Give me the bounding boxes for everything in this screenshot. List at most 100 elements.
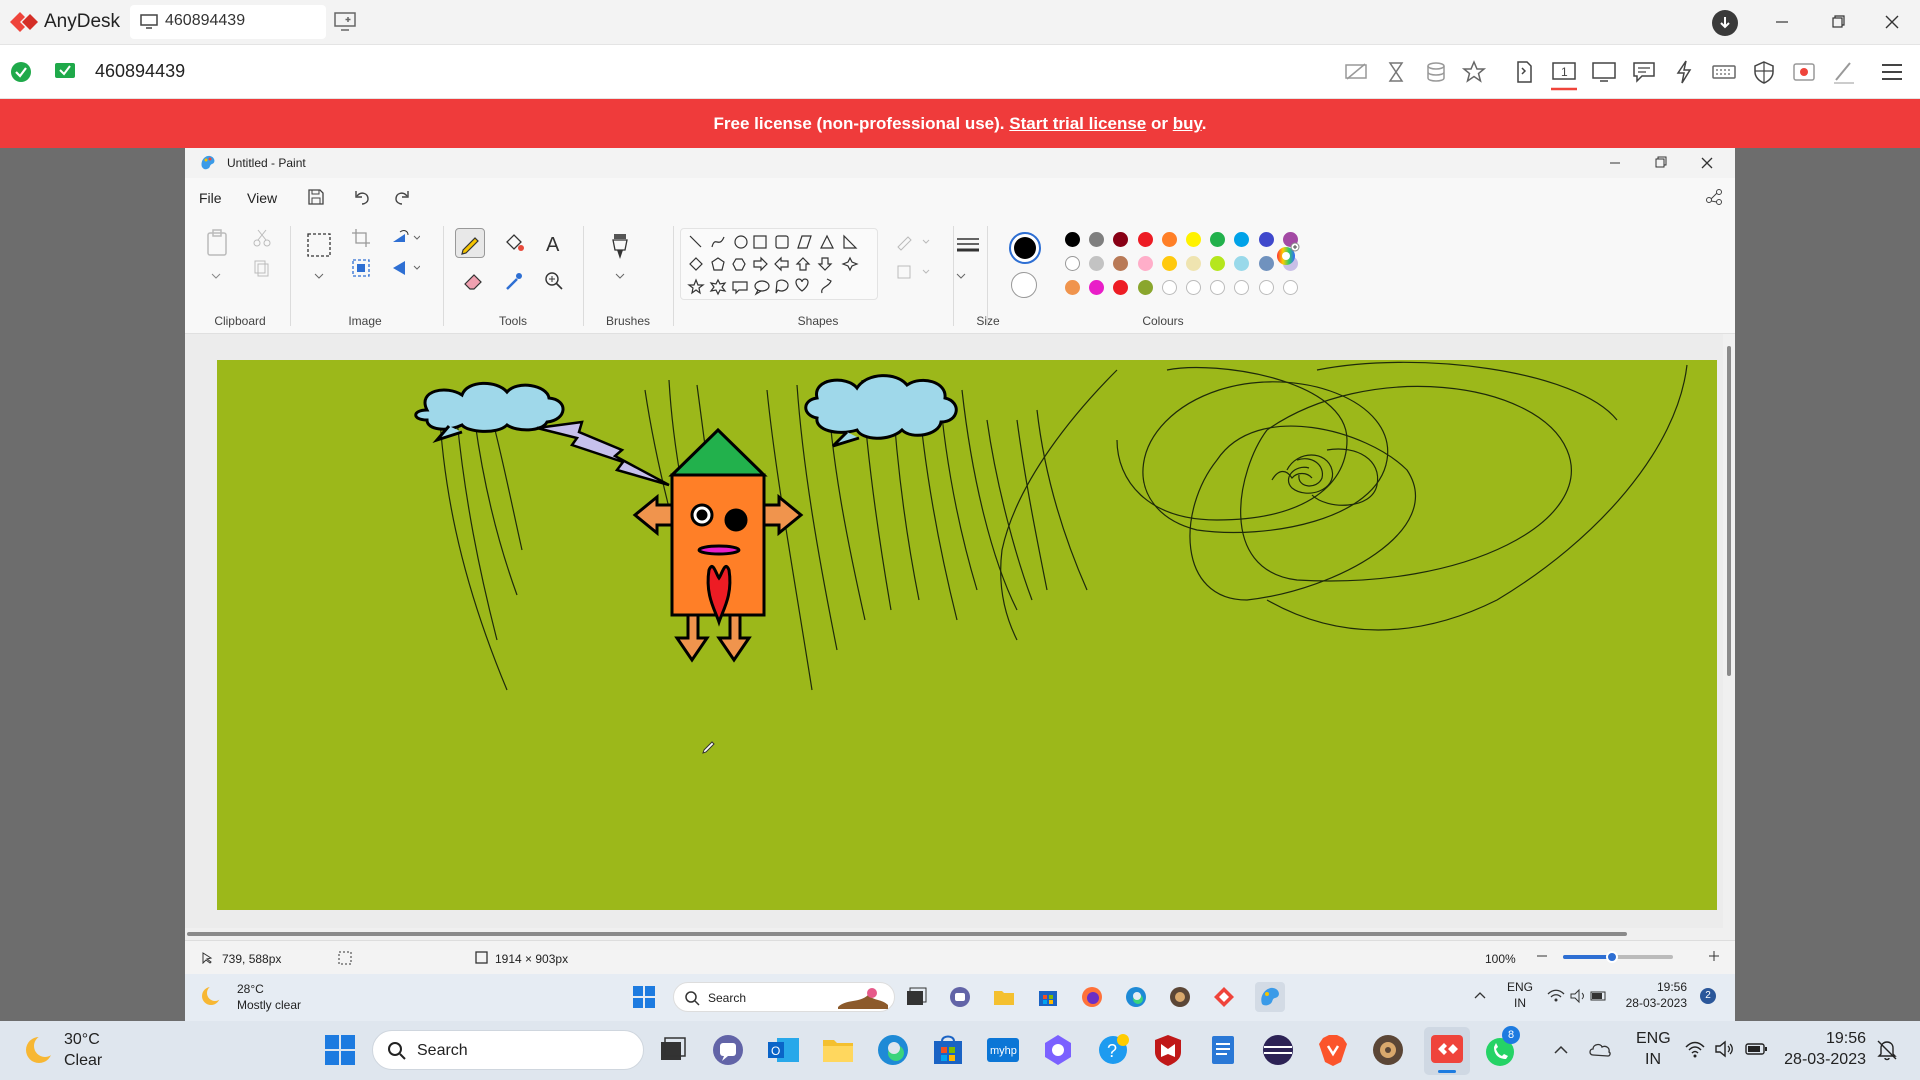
remote-folder-icon[interactable] (993, 986, 1015, 1008)
colour-swatch[interactable] (1137, 280, 1153, 295)
menu-view[interactable]: View (247, 190, 277, 206)
remote-firefox-icon[interactable] (1081, 986, 1103, 1008)
brave-icon[interactable] (1315, 1032, 1351, 1068)
remote-gear-app-icon[interactable] (1169, 986, 1191, 1008)
cut-icon[interactable] (252, 228, 272, 248)
remote-anydesk-icon[interactable] (1213, 986, 1235, 1008)
colour-swatch[interactable] (1210, 232, 1226, 247)
colour-swatch[interactable] (1137, 256, 1153, 271)
paste-icon[interactable] (205, 228, 229, 258)
select-icon[interactable] (306, 232, 332, 258)
brushes-dropdown-icon[interactable] (614, 272, 626, 280)
close-icon[interactable] (1872, 10, 1912, 34)
remote-date[interactable]: 28-03-2023 (1623, 996, 1687, 1010)
start-trial-link[interactable]: Start trial license (1009, 114, 1146, 133)
gear-app-icon[interactable] (1370, 1032, 1406, 1068)
colour-swatch[interactable] (1065, 256, 1080, 271)
remote-start-icon[interactable] (633, 986, 655, 1008)
eclipse-icon[interactable] (1260, 1032, 1296, 1068)
rotate-icon[interactable] (390, 228, 420, 248)
outline-icon[interactable] (895, 232, 935, 252)
remote-teams-icon[interactable] (949, 986, 971, 1008)
save-icon[interactable] (307, 188, 325, 206)
pencil-tool[interactable] (455, 228, 485, 258)
remote-tray-chevron-icon[interactable] (1473, 990, 1487, 1000)
colour-swatch[interactable] (1113, 256, 1129, 271)
store-icon[interactable] (930, 1032, 966, 1068)
colour-swatch[interactable] (1210, 256, 1226, 271)
wifi-icon[interactable] (1684, 1039, 1706, 1059)
crop-icon[interactable] (351, 228, 371, 248)
text-icon[interactable]: A (543, 232, 565, 254)
drawing-canvas[interactable] (217, 360, 1717, 910)
colour-swatch[interactable] (1234, 280, 1250, 295)
colour-swatch[interactable] (1258, 256, 1274, 271)
notepad-icon[interactable] (1205, 1032, 1241, 1068)
buy-link[interactable]: buy (1173, 114, 1202, 133)
anydesk-taskbar-button[interactable] (1424, 1027, 1470, 1075)
size-icon[interactable] (943, 234, 1013, 258)
colour-swatch[interactable] (1186, 280, 1201, 295)
volume-icon[interactable] (1714, 1039, 1736, 1059)
lang1[interactable]: ENG (1636, 1030, 1671, 1048)
colour-swatch[interactable] (1161, 232, 1177, 247)
size-dropdown-icon[interactable] (955, 272, 967, 280)
flip-icon[interactable] (390, 258, 420, 278)
session-tab[interactable]: 460894439 (130, 5, 326, 39)
clock-date[interactable]: 28-03-2023 (1780, 1051, 1866, 1069)
horizontal-scrollbar[interactable] (185, 928, 1735, 940)
undo-icon[interactable] (353, 188, 371, 206)
pen-icon[interactable] (1831, 59, 1857, 85)
colour-swatch[interactable] (1065, 280, 1080, 295)
paint-close-icon[interactable] (1697, 154, 1717, 172)
database-icon[interactable] (1423, 59, 1449, 85)
colour-swatch[interactable] (1089, 232, 1105, 247)
restore-icon[interactable] (1818, 10, 1858, 34)
record-icon[interactable] (1791, 59, 1817, 85)
help-icon[interactable]: ? (1095, 1032, 1131, 1068)
fill-icon[interactable] (503, 232, 525, 254)
paste-dropdown-icon[interactable] (210, 272, 222, 280)
remote-taskview-icon[interactable] (905, 986, 927, 1008)
star-icon[interactable] (1461, 59, 1487, 85)
teams-icon[interactable] (710, 1032, 746, 1068)
taskview-icon[interactable] (655, 1032, 691, 1068)
zoom-level[interactable]: 100% (1485, 952, 1516, 966)
taskbar-search-box[interactable]: Search (372, 1030, 644, 1070)
shield-icon[interactable] (1751, 59, 1777, 85)
secondary-colour-swatch[interactable] (1011, 272, 1037, 298)
edge-icon[interactable] (875, 1032, 911, 1068)
select-dropdown-icon[interactable] (313, 272, 325, 280)
brush-icon[interactable] (607, 232, 633, 262)
paint-restore-icon[interactable] (1650, 154, 1670, 172)
resize-icon[interactable] (351, 258, 371, 278)
colour-swatch[interactable] (1258, 232, 1274, 247)
onedrive-sync-icon[interactable] (1588, 1039, 1612, 1059)
lang2[interactable]: IN (1636, 1051, 1670, 1069)
colour-swatch[interactable] (1186, 232, 1201, 247)
remote-address[interactable]: 460894439 (95, 61, 185, 82)
colour-swatch[interactable] (1089, 256, 1105, 271)
colour-swatch[interactable] (1065, 232, 1080, 247)
colour-swatch[interactable] (1234, 256, 1250, 271)
colour-swatch[interactable] (1113, 232, 1129, 247)
color-picker-icon[interactable] (503, 270, 525, 292)
copilot-icon[interactable] (1040, 1032, 1076, 1068)
primary-colour-swatch[interactable] (1009, 232, 1041, 264)
outlook-icon[interactable]: O (765, 1032, 801, 1068)
zoom-out-icon[interactable] (1535, 949, 1549, 963)
remote-lang2[interactable]: IN (1505, 996, 1535, 1010)
zoom-slider[interactable] (1563, 951, 1673, 963)
colour-swatch[interactable] (1210, 280, 1226, 295)
colour-swatch[interactable] (1089, 280, 1105, 295)
magnifier-icon[interactable] (543, 270, 565, 292)
redo-icon[interactable] (393, 188, 411, 206)
hourglass-icon[interactable] (1383, 59, 1409, 85)
minimize-icon[interactable] (1762, 10, 1802, 34)
notification-bell-icon[interactable] (1876, 1039, 1898, 1061)
keyboard-icon[interactable] (1711, 59, 1737, 85)
colour-swatch[interactable] (1234, 232, 1250, 247)
file-explorer-icon[interactable] (820, 1032, 856, 1068)
eraser-icon[interactable] (462, 270, 484, 292)
download-icon[interactable] (1712, 10, 1738, 36)
